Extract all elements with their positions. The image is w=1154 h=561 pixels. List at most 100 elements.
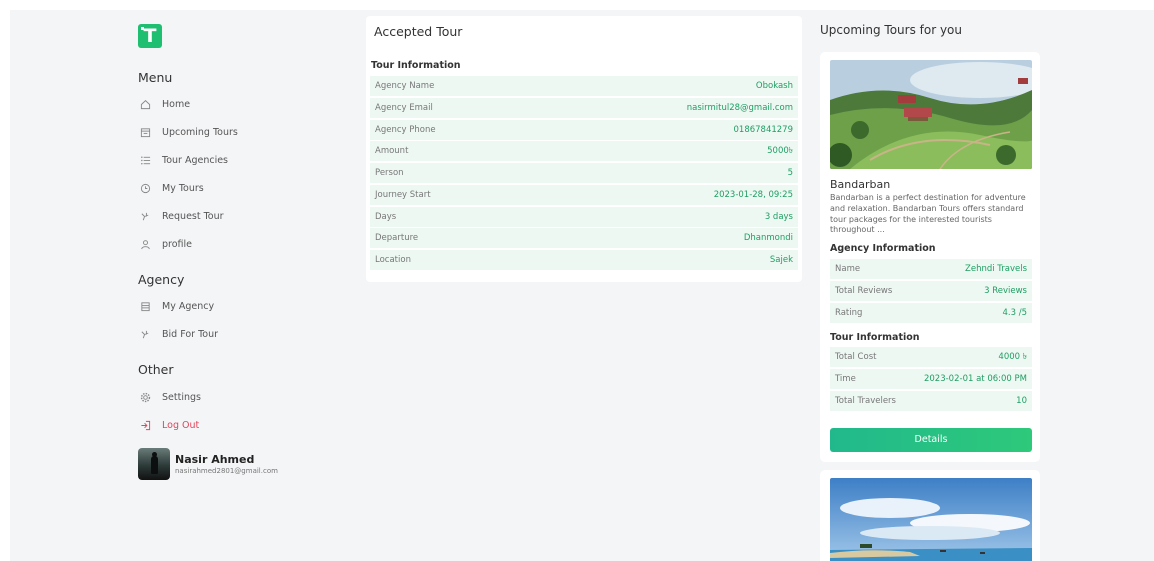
other-section-title: Other [138, 362, 174, 377]
row-value: Obokash [755, 81, 793, 91]
info-row-days: Days 3 days [370, 206, 798, 227]
sidebar-item-bid-for-tour[interactable]: Bid For Tour [138, 324, 218, 344]
details-button[interactable]: Details [830, 428, 1032, 452]
row-value: Zehndi Travels [965, 264, 1027, 274]
sidebar-item-label: My Tours [162, 182, 204, 194]
row-label: Total Cost [835, 352, 877, 362]
calendar-icon [138, 125, 152, 139]
sidebar-item-label: Bid For Tour [162, 328, 218, 340]
row-label: Amount [375, 146, 409, 157]
row-label: Journey Start [375, 189, 431, 200]
info-row-location: Location Sajek [370, 250, 798, 270]
card-row-total-reviews: Total Reviews 3 Reviews [830, 281, 1032, 301]
row-label: Rating [835, 308, 863, 318]
sidebar-item-profile[interactable]: profile [138, 234, 192, 254]
gear-icon [138, 390, 152, 404]
row-value: nasirmitul28@gmail.com [686, 102, 793, 113]
clock-icon [138, 181, 152, 195]
card-row-total-cost: Total Cost 4000 ৳ [830, 347, 1032, 367]
building-icon [138, 299, 152, 313]
upcoming-tours-title: Upcoming Tours for you [820, 23, 963, 37]
tour-image-beach [830, 478, 1032, 561]
sidebar-item-my-agency[interactable]: My Agency [138, 296, 214, 316]
row-value: 4.3 /5 [1002, 308, 1028, 318]
info-row-departure: Departure Dhanmondi [370, 228, 798, 249]
row-value: 5000৳ [767, 146, 793, 157]
row-value: 3 days [764, 211, 793, 222]
card-row-time: Time 2023-02-01 at 06:00 PM [830, 369, 1032, 389]
hand-icon [138, 209, 152, 223]
row-value: 10 [1016, 396, 1027, 406]
row-value: 4000 ৳ [998, 352, 1027, 362]
bid-icon [138, 327, 152, 341]
row-label: Total Travelers [835, 396, 896, 406]
row-label: Total Reviews [835, 286, 893, 296]
list-icon [138, 153, 152, 167]
sidebar-item-label: Home [162, 98, 191, 110]
card-row-rating: Rating 4.3 /5 [830, 303, 1032, 323]
tour-name: Bandarban [830, 178, 891, 191]
info-row-person: Person 5 [370, 163, 798, 183]
user-email: nasirahmed2801@gmail.com [175, 467, 278, 475]
user-icon [138, 237, 152, 251]
sidebar-item-settings[interactable]: Settings [138, 387, 201, 407]
sidebar-item-label: Log Out [162, 419, 200, 431]
page-title: Accepted Tour [374, 24, 463, 39]
sidebar-item-label: Settings [162, 391, 201, 403]
agency-information-table: Name Zehndi Travels Total Reviews 3 Review… [830, 259, 1032, 325]
upcoming-tour-card-2 [820, 470, 1040, 561]
tour-information-table: Agency Name Obokash Agency Email nasirmitu… [370, 76, 798, 272]
agency-information-title: Agency Information [830, 243, 936, 254]
sidebar-item-label: Request Tour [162, 210, 224, 222]
sidebar-item-home[interactable]: Home [138, 94, 190, 114]
sidebar-item-upcoming-tours[interactable]: Upcoming Tours [138, 122, 238, 142]
row-value: 3 Reviews [984, 286, 1027, 296]
upcoming-tour-card: Bandarban Bandarban is a perfect destina… [820, 52, 1040, 462]
info-row-journey-start: Journey Start 2023-01-28, 09:25 [370, 184, 798, 205]
menu-section-title: Menu [138, 70, 173, 85]
row-value: Dhanmondi [743, 233, 793, 244]
app-logo[interactable]: T [138, 24, 162, 48]
agency-section-title: Agency [138, 272, 185, 287]
user-profile[interactable]: Nasir Ahmed nasirahmed2801@gmail.com [138, 448, 278, 480]
sidebar-item-my-tours[interactable]: My Tours [138, 178, 204, 198]
row-label: Time [835, 374, 856, 384]
row-label: Agency Phone [375, 124, 436, 135]
home-icon [138, 97, 152, 111]
row-label: Departure [375, 233, 419, 244]
row-label: Name [835, 264, 861, 274]
row-label: Agency Name [375, 81, 435, 91]
card-row-total-travelers: Total Travelers 10 [830, 391, 1032, 411]
row-value: 5 [787, 168, 793, 178]
sidebar-item-label: Tour Agencies [162, 154, 228, 166]
card-tour-information-title: Tour Information [830, 332, 920, 343]
sidebar-item-label: Upcoming Tours [162, 126, 238, 138]
sidebar-item-logout[interactable]: Log Out [138, 415, 199, 435]
card-row-agency-name: Name Zehndi Travels [830, 259, 1032, 279]
sidebar-item-tour-agencies[interactable]: Tour Agencies [138, 150, 228, 170]
row-label: Location [375, 255, 411, 265]
tour-image-bandarban [830, 60, 1032, 169]
logout-icon [138, 418, 152, 432]
row-label: Agency Email [375, 102, 433, 113]
user-name: Nasir Ahmed [175, 453, 255, 466]
info-row-agency-email: Agency Email nasirmitul28@gmail.com [370, 97, 798, 118]
sidebar-item-request-tour[interactable]: Request Tour [138, 206, 224, 226]
app-root: T Menu Home Upcoming Tours Tour Agencies… [10, 10, 1154, 561]
accepted-tour-card: Accepted Tour Tour Information Agency Na… [366, 16, 802, 282]
info-row-agency-name: Agency Name Obokash [370, 76, 798, 96]
row-value: 2023-02-01 at 06:00 PM [923, 374, 1027, 384]
card-tour-information-table: Total Cost 4000 ৳ Time 2023-02-01 at 06:00… [830, 347, 1032, 413]
info-row-agency-phone: Agency Phone 01867841279 [370, 119, 798, 140]
tour-description: Bandarban is a perfect destination for a… [830, 193, 1026, 235]
sidebar-item-label: profile [162, 238, 193, 250]
row-value: 01867841279 [733, 124, 794, 135]
row-value: Sajek [769, 255, 793, 265]
tour-information-title: Tour Information [371, 60, 461, 71]
sidebar-item-label: My Agency [162, 300, 215, 312]
row-label: Days [375, 211, 397, 222]
row-value: 2023-01-28, 09:25 [713, 189, 793, 200]
avatar [138, 448, 170, 480]
info-row-amount: Amount 5000৳ [370, 141, 798, 162]
row-label: Person [375, 168, 404, 178]
